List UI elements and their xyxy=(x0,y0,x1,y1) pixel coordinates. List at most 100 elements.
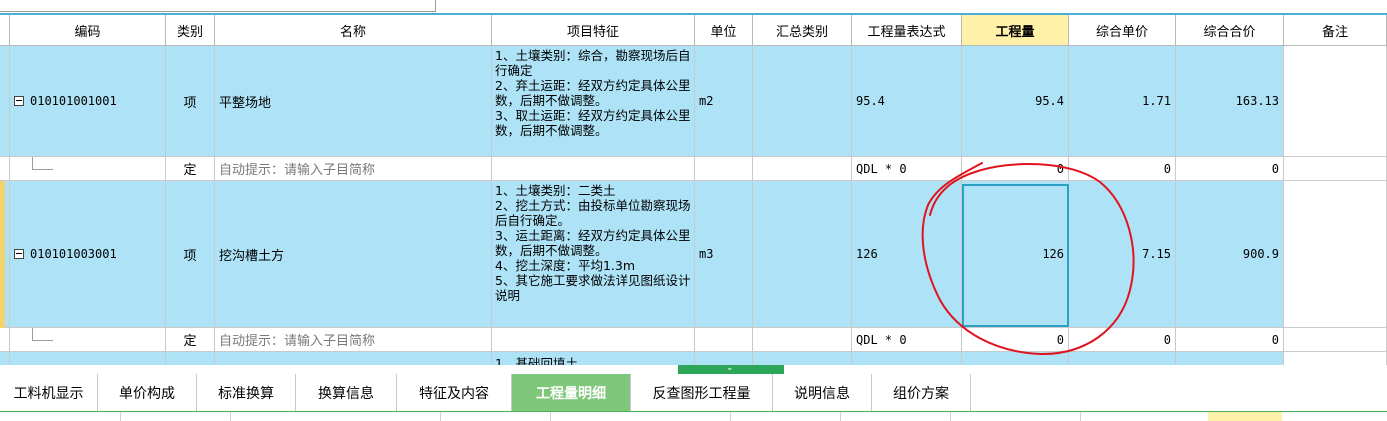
category-cell[interactable]: 项 xyxy=(166,46,215,157)
remark-cell[interactable] xyxy=(1284,157,1387,181)
chevron-down-icon: ⌄ xyxy=(726,363,734,373)
unit-price-cell[interactable]: 0 xyxy=(1069,328,1176,352)
qty-expr-cell[interactable]: QDL * 0 xyxy=(852,328,962,352)
code-cell[interactable]: 010101001001 xyxy=(10,46,166,157)
name-cell[interactable] xyxy=(215,352,492,365)
detail-column xyxy=(440,412,551,421)
code-cell[interactable] xyxy=(10,352,166,365)
top-tab[interactable] xyxy=(135,0,246,12)
header-unit[interactable]: 单位 xyxy=(695,15,753,46)
name-hint-cell[interactable]: 自动提示：请输入子目简称 xyxy=(215,328,492,352)
detail-column xyxy=(0,412,121,421)
row-indicator[interactable] xyxy=(0,157,10,181)
quantity-cell[interactable]: 0 xyxy=(962,157,1069,181)
code-cell[interactable] xyxy=(10,328,166,352)
total-price-cell[interactable] xyxy=(1176,352,1284,365)
tab-pricing-scheme[interactable]: 组价方案 xyxy=(872,374,971,411)
unit-price-cell[interactable]: 0 xyxy=(1069,157,1176,181)
unit-price-cell[interactable] xyxy=(1069,352,1176,365)
unit-cell[interactable]: m3 xyxy=(695,181,753,328)
name-cell[interactable]: 平整场地 xyxy=(215,46,492,157)
item-code: 010101003001 xyxy=(30,247,117,261)
summary-type-cell[interactable] xyxy=(753,157,852,181)
qty-expr-cell[interactable]: 95.4 xyxy=(852,46,962,157)
code-cell[interactable]: 010101003001 xyxy=(10,181,166,328)
features-cell[interactable]: 1、基础回填土 xyxy=(492,352,695,365)
detail-tab-bar: 工料机显示 单价构成 标准换算 换算信息 特征及内容 工程量明细 反查图形工程量… xyxy=(0,374,1387,412)
summary-type-cell[interactable] xyxy=(753,46,852,157)
tab-graphic-quantity[interactable]: 反查图形工程量 xyxy=(631,374,773,411)
category-cell[interactable]: 项 xyxy=(166,181,215,328)
tab-conversion-info[interactable]: 换算信息 xyxy=(296,374,397,411)
remark-cell[interactable] xyxy=(1284,352,1387,365)
detail-column xyxy=(120,412,231,421)
quantity-cell[interactable]: 0 xyxy=(962,328,1069,352)
total-price-cell[interactable]: 0 xyxy=(1176,328,1284,352)
qty-expr-cell[interactable]: QDL * 0 xyxy=(852,157,962,181)
unit-cell[interactable]: m2 xyxy=(695,46,753,157)
summary-type-cell[interactable] xyxy=(753,352,852,365)
code-cell[interactable] xyxy=(10,157,166,181)
features-cell[interactable]: 1、土壤类别：二类土 2、挖土方式：由投标单位勘察现场后自行确定。 3、运土距离… xyxy=(492,181,695,328)
total-price-cell[interactable]: 0 xyxy=(1176,157,1284,181)
quantity-cell[interactable] xyxy=(962,352,1069,365)
header-qty-expr[interactable]: 工程量表达式 xyxy=(852,15,962,46)
tab-unit-price[interactable]: 单价构成 xyxy=(98,374,197,411)
unit-cell[interactable] xyxy=(695,157,753,181)
header-features[interactable]: 项目特征 xyxy=(492,15,695,46)
header-quantity[interactable]: 工程量 xyxy=(962,15,1069,46)
qty-expr-cell[interactable]: 126 xyxy=(852,181,962,328)
tab-standard-conversion[interactable]: 标准换算 xyxy=(197,374,296,411)
quantity-cell[interactable]: 95.4 xyxy=(962,46,1069,157)
header-unit-price[interactable]: 综合单价 xyxy=(1069,15,1176,46)
header-code[interactable]: 编码 xyxy=(10,15,166,46)
features-cell[interactable] xyxy=(492,157,695,181)
unit-cell[interactable] xyxy=(695,352,753,365)
tree-connector xyxy=(32,328,53,341)
tab-features-content[interactable]: 特征及内容 xyxy=(397,374,512,411)
detail-column xyxy=(230,412,441,421)
remark-cell[interactable] xyxy=(1284,46,1387,157)
remark-cell[interactable] xyxy=(1284,181,1387,328)
total-price-cell[interactable]: 163.13 xyxy=(1176,46,1284,157)
top-tab[interactable] xyxy=(20,0,136,12)
category-cell[interactable] xyxy=(166,352,215,365)
category-cell[interactable]: 定 xyxy=(166,328,215,352)
row-indicator[interactable] xyxy=(0,46,10,157)
name-hint-cell[interactable]: 自动提示：请输入子目简称 xyxy=(215,157,492,181)
current-row-marker xyxy=(0,181,5,328)
header-summary-type[interactable]: 汇总类别 xyxy=(753,15,852,46)
tab-quantity-detail[interactable]: 工程量明细 xyxy=(512,374,631,411)
tree-connector xyxy=(32,157,53,170)
name-cell[interactable]: 挖沟槽土方 xyxy=(215,181,492,328)
panel-splitter-handle[interactable]: ⌄ xyxy=(678,363,784,374)
cell-focus-border xyxy=(962,184,1069,327)
features-cell[interactable] xyxy=(492,328,695,352)
tab-labor-material[interactable]: 工料机显示 xyxy=(0,374,98,411)
unit-price-cell[interactable]: 7.15 xyxy=(1069,181,1176,328)
detail-column xyxy=(730,412,841,421)
minus-box-icon[interactable] xyxy=(14,249,24,259)
row-indicator[interactable] xyxy=(0,328,10,352)
tab-description[interactable]: 说明信息 xyxy=(773,374,872,411)
item-code: 010101001001 xyxy=(30,94,117,108)
top-tab[interactable] xyxy=(345,0,436,12)
header-remark[interactable]: 备注 xyxy=(1284,15,1387,46)
unit-price-cell[interactable]: 1.71 xyxy=(1069,46,1176,157)
row-indicator[interactable] xyxy=(0,352,10,365)
category-cell[interactable]: 定 xyxy=(166,157,215,181)
header-name[interactable]: 名称 xyxy=(215,15,492,46)
summary-type-cell[interactable] xyxy=(753,181,852,328)
minus-box-icon[interactable] xyxy=(14,96,24,106)
top-tab[interactable] xyxy=(245,0,346,12)
row-indicator-header xyxy=(0,15,10,46)
header-category[interactable]: 类别 xyxy=(166,15,215,46)
unit-cell[interactable] xyxy=(695,328,753,352)
remark-cell[interactable] xyxy=(1284,328,1387,352)
qty-expr-cell[interactable] xyxy=(852,352,962,365)
total-price-cell[interactable]: 900.9 xyxy=(1176,181,1284,328)
top-tab[interactable] xyxy=(0,0,21,12)
summary-type-cell[interactable] xyxy=(753,328,852,352)
features-cell[interactable]: 1、土壤类别：综合，勘察现场后自行确定 2、弃土运距：经双方约定具体公里数，后期… xyxy=(492,46,695,157)
header-total-price[interactable]: 综合合价 xyxy=(1176,15,1284,46)
